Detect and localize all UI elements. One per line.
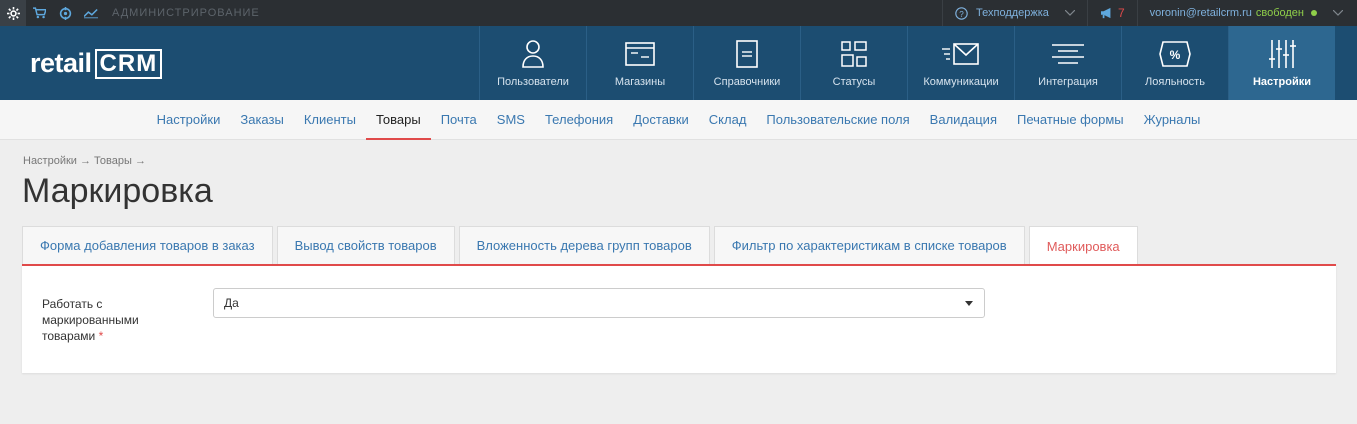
tab-characteristics-filter[interactable]: Фильтр по характеристикам в списке товар… <box>713 226 1025 264</box>
subnav-item-customers[interactable]: Клиенты <box>294 100 366 140</box>
nav-item-communications[interactable]: Коммуникации <box>907 26 1014 100</box>
analytics-chart-icon[interactable] <box>78 0 104 26</box>
integration-lines-icon <box>1052 44 1084 64</box>
book-icon <box>736 40 758 68</box>
sliders-icon <box>1269 40 1296 68</box>
nav-item-label: Интеграция <box>1038 76 1098 88</box>
subnav-item-print-forms[interactable]: Печатные формы <box>1007 100 1134 140</box>
tab-product-properties[interactable]: Вывод свойств товаров <box>276 226 455 264</box>
settings-gear-icon[interactable] <box>0 0 26 26</box>
nav-item-loyalty[interactable]: % Лояльность <box>1121 26 1228 100</box>
chevron-down-icon <box>1064 10 1075 16</box>
user-email: voronin@retailcrm.ru <box>1149 7 1252 19</box>
svg-text:%: % <box>1170 48 1181 62</box>
subnav-item-sms[interactable]: SMS <box>487 100 535 140</box>
percent-tag-icon: % <box>1159 41 1191 67</box>
subnav-item-custom-fields[interactable]: Пользовательские поля <box>756 100 919 140</box>
notifications-count: 7 <box>1117 6 1125 20</box>
logo-text-left: retail <box>30 48 92 78</box>
support-label: Техподдержка <box>976 7 1049 19</box>
subnav-item-products[interactable]: Товары <box>365 100 431 140</box>
subnav-item-telephony[interactable]: Телефония <box>535 100 623 140</box>
logo-text-right: CRM <box>94 48 163 79</box>
nav-item-stores[interactable]: Магазины <box>586 26 693 100</box>
caret-down-icon <box>965 301 973 306</box>
subnav-item-mail[interactable]: Почта <box>431 100 487 140</box>
subnav-item-validation[interactable]: Валидация <box>920 100 1007 140</box>
nav-item-integration[interactable]: Интеграция <box>1014 26 1121 100</box>
subnav-item-warehouse[interactable]: Склад <box>699 100 757 140</box>
nav-item-label: Пользователи <box>497 76 569 88</box>
user-menu[interactable]: voronin@retailcrm.ru свободен <box>1136 0 1357 26</box>
required-mark: * <box>98 329 104 343</box>
nav-item-label: Справочники <box>713 76 781 88</box>
nav-item-label: Лояльность <box>1145 76 1205 88</box>
nav-item-label: Магазины <box>614 76 666 88</box>
tab-order-product-form[interactable]: Форма добавления товаров в заказ <box>22 226 273 264</box>
status-grid-icon <box>841 41 867 67</box>
page-title: Маркировка <box>22 172 213 210</box>
user-status: свободен <box>1255 7 1304 19</box>
megaphone-icon <box>1100 7 1111 19</box>
admin-label: Администрирование <box>112 7 260 19</box>
support-menu[interactable]: ? Техподдержка <box>942 0 1087 26</box>
marking-field-label: Работать с маркированными товарами * <box>42 296 172 344</box>
tab-group-tree-depth[interactable]: Вложенность дерева групп товаров <box>458 226 710 264</box>
marking-select-value: Да <box>224 296 239 310</box>
user-icon <box>522 40 544 68</box>
marking-panel: Работать с маркированными товарами * Да <box>22 264 1336 373</box>
status-dot <box>1311 10 1317 16</box>
main-header: retail CRM Пользователи Магазины Справоч… <box>0 26 1357 100</box>
subnav-item-delivery[interactable]: Доставки <box>623 100 699 140</box>
main-nav: Пользователи Магазины Справочники Статус… <box>479 26 1335 100</box>
retailcrm-logo[interactable]: retail CRM <box>30 48 163 79</box>
settings-tabs: Форма добавления товаров в заказ Вывод с… <box>22 226 1142 266</box>
tab-marking[interactable]: Маркировка <box>1028 226 1138 266</box>
nav-item-label: Настройки <box>1252 76 1312 88</box>
svg-text:?: ? <box>959 9 964 18</box>
breadcrumb[interactable]: Настройки → Товары → <box>23 155 146 167</box>
nav-item-label: Статусы <box>832 76 876 88</box>
notifications-button[interactable]: 7 <box>1086 0 1137 26</box>
store-window-icon <box>625 42 655 66</box>
admin-topbar: Администрирование ? Техподдержка 7 voron… <box>0 0 1357 26</box>
nav-item-label: Коммуникации <box>923 76 999 88</box>
help-circle-icon: ? <box>955 6 968 20</box>
cart-icon[interactable] <box>26 0 52 26</box>
subnav-item-settings[interactable]: Настройки <box>147 100 231 140</box>
nav-item-statuses[interactable]: Статусы <box>800 26 907 100</box>
nav-item-reference[interactable]: Справочники <box>693 26 800 100</box>
target-icon[interactable] <box>52 0 78 26</box>
nav-item-settings[interactable]: Настройки <box>1228 26 1335 100</box>
marking-label-text: Работать с маркированными товарами <box>42 297 139 343</box>
subnav-item-orders[interactable]: Заказы <box>230 100 293 140</box>
mail-icon <box>942 43 979 65</box>
nav-item-users[interactable]: Пользователи <box>479 26 586 100</box>
settings-subnav: Настройки Заказы Клиенты Товары Почта SM… <box>0 100 1357 140</box>
subnav-item-logs[interactable]: Журналы <box>1134 100 1211 140</box>
chevron-down-icon <box>1333 10 1343 16</box>
marking-select[interactable]: Да <box>213 288 985 318</box>
